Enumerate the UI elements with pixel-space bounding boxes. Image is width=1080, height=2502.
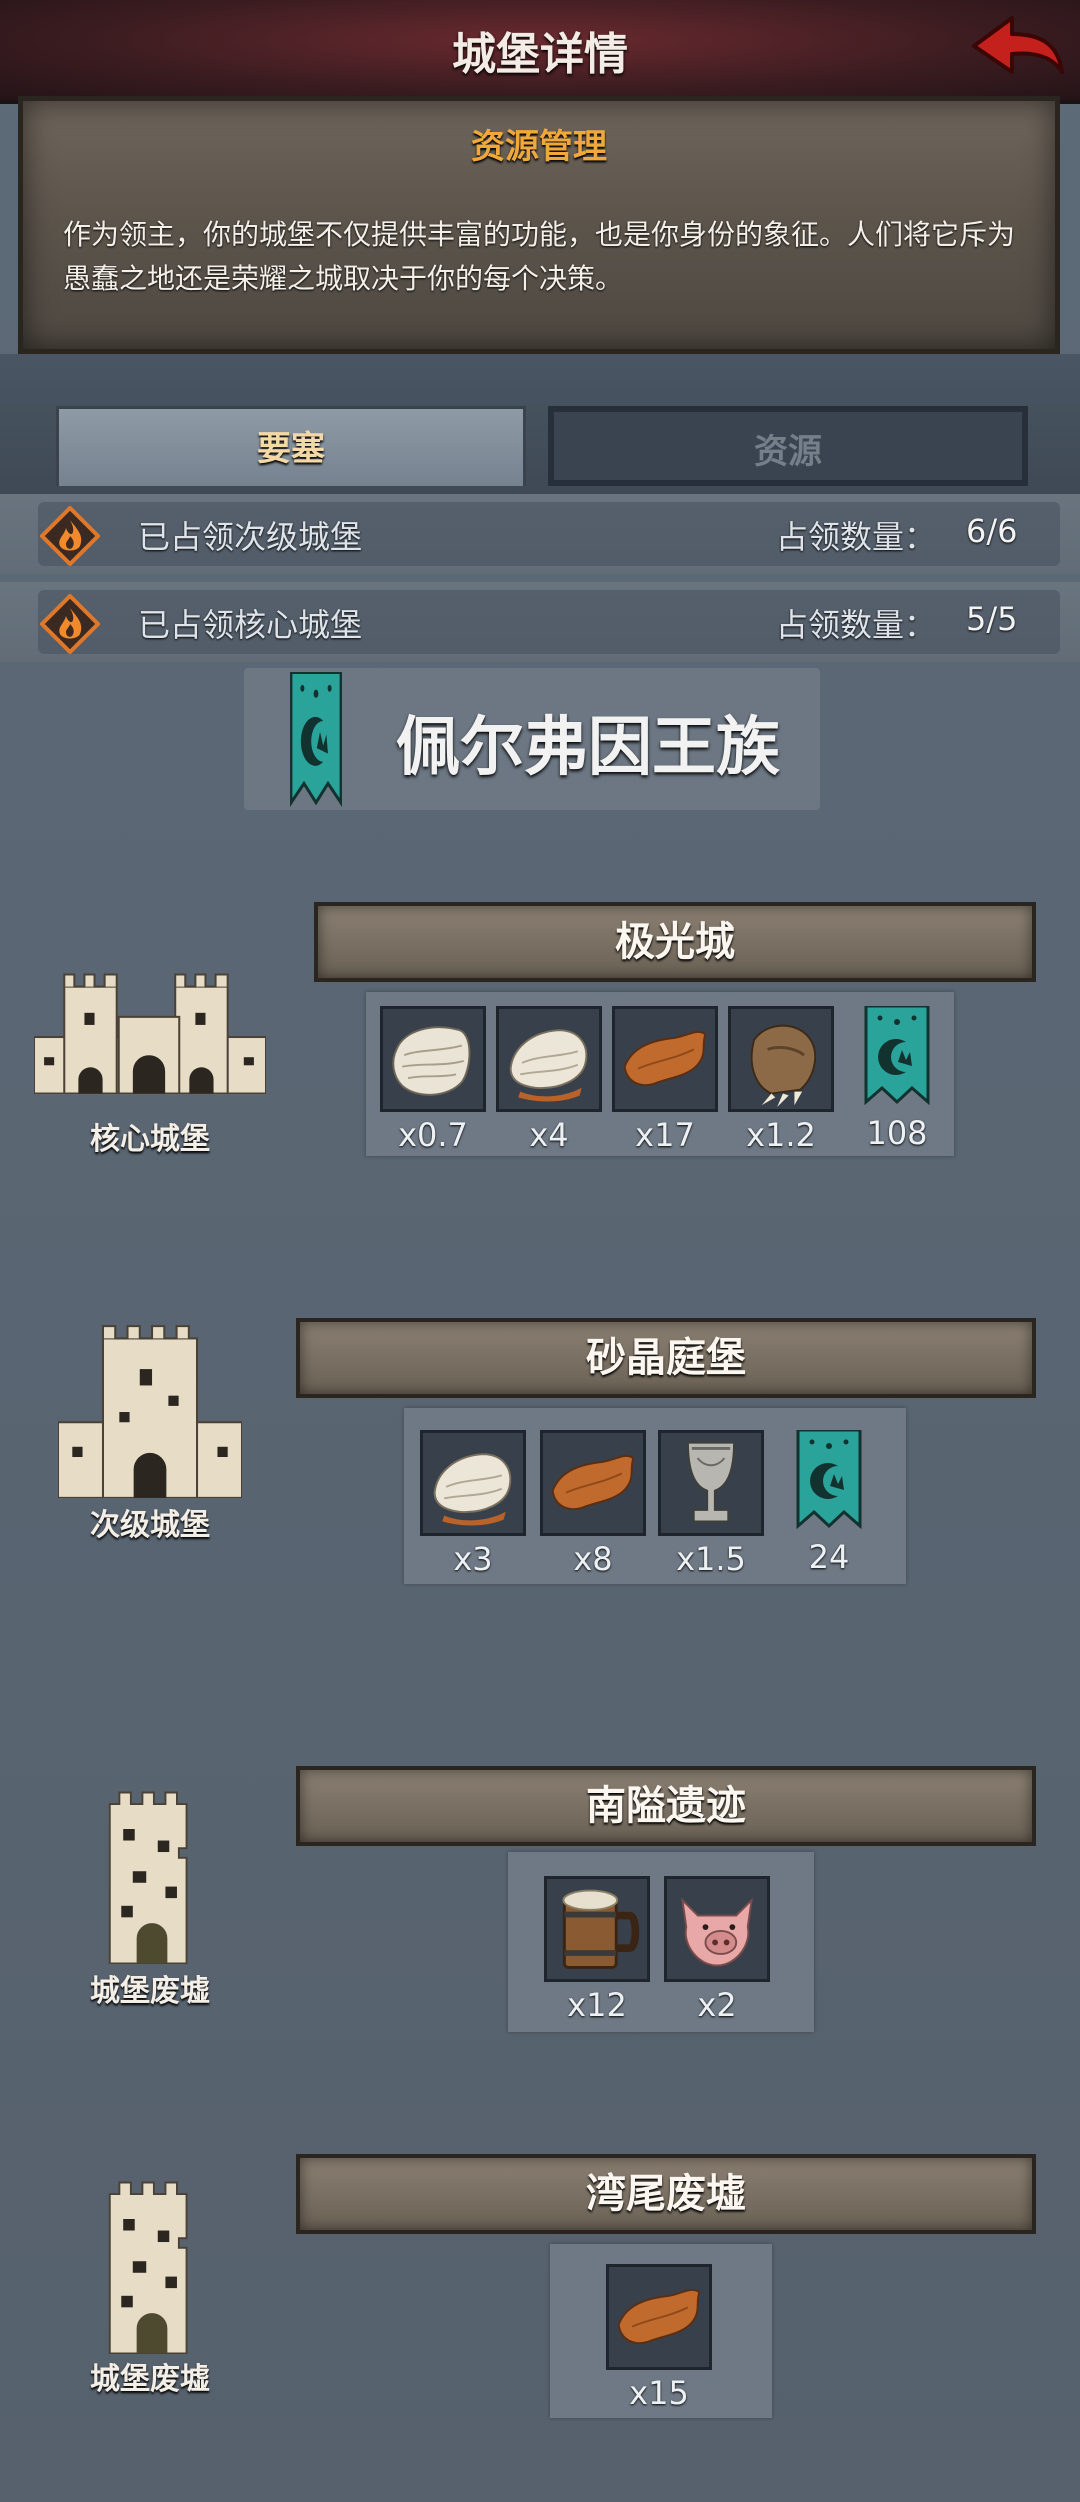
resource-count: x1.5 xyxy=(676,1540,746,1578)
flame-icon xyxy=(40,506,100,566)
castle-name-banner[interactable]: 南隘遗迹 xyxy=(296,1766,1036,1846)
summary-row-core: 已占领核心城堡 占领数量： 5/5 xyxy=(0,582,1080,662)
castle-ruin-icon xyxy=(104,1790,200,1964)
summary-count-value: 5/5 xyxy=(966,600,1018,638)
brown-leather-icon xyxy=(611,2269,707,2365)
resource-count: x17 xyxy=(635,1116,695,1154)
summary-count-label: 占领数量： xyxy=(776,606,937,644)
brown-leather-icon xyxy=(617,1011,713,1107)
summary-label: 已占领核心城堡 xyxy=(138,606,363,644)
resource-item[interactable]: x3 xyxy=(420,1430,526,1578)
castle-type-label: 核心城堡 xyxy=(90,1122,210,1157)
castle-name-banner[interactable]: 砂晶庭堡 xyxy=(296,1318,1036,1398)
resource-count: 24 xyxy=(808,1538,850,1576)
faction-banner-icon xyxy=(288,672,344,808)
summary-count-value: 6/6 xyxy=(966,512,1018,550)
resource-panel: x0.7 x4 x17 x1.2 108 xyxy=(366,992,954,1156)
secondary-castle-icon xyxy=(58,1324,242,1498)
resource-count: x2 xyxy=(697,1986,737,2024)
resource-panel: x12 x2 xyxy=(508,1852,814,2032)
resource-count: x0.7 xyxy=(398,1116,468,1154)
tab-resources[interactable]: 资源 xyxy=(548,406,1028,486)
resource-item[interactable]: x17 xyxy=(612,1006,718,1154)
faction-banner-icon xyxy=(794,1430,864,1530)
resource-item[interactable]: x1.2 xyxy=(728,1006,834,1154)
summary-row-secondary: 已占领次级城堡 占领数量： 6/6 xyxy=(0,494,1080,574)
resource-panel: x15 xyxy=(550,2244,772,2418)
goblet-icon xyxy=(663,1435,759,1531)
resource-count: x8 xyxy=(573,1540,613,1578)
resource-item[interactable]: 108 xyxy=(844,1006,950,1152)
resource-count: x3 xyxy=(453,1540,493,1578)
resource-item[interactable]: x8 xyxy=(540,1430,646,1578)
resource-item[interactable]: 24 xyxy=(776,1430,882,1576)
resource-count: x1.2 xyxy=(746,1116,816,1154)
resource-item[interactable]: x0.7 xyxy=(380,1006,486,1154)
faction-name: 佩尔弗因王族 xyxy=(396,711,780,785)
brown-leather-icon xyxy=(545,1435,641,1531)
info-description: 作为领主，你的城堡不仅提供丰富的功能，也是你身份的象征。人们将它斥为愚蠢之地还是… xyxy=(63,218,1016,295)
resource-count: 108 xyxy=(866,1114,928,1152)
white-fur-icon xyxy=(425,1435,521,1531)
castle-name-banner[interactable]: 湾尾废墟 xyxy=(296,2154,1036,2234)
info-title: 资源管理 xyxy=(471,127,607,167)
white-pelt-icon xyxy=(385,1011,481,1107)
white-fur-icon xyxy=(501,1011,597,1107)
ale-mug-icon xyxy=(549,1881,645,1977)
resource-item[interactable]: x15 xyxy=(606,2264,712,2412)
page-title: 城堡详情 xyxy=(452,29,628,80)
resource-item[interactable]: x12 xyxy=(544,1876,650,2024)
tab-fortress[interactable]: 要塞 xyxy=(56,406,526,486)
resource-item[interactable]: x1.5 xyxy=(658,1430,764,1578)
faction-banner-icon xyxy=(862,1006,932,1106)
castle-type-label: 次级城堡 xyxy=(90,1508,210,1543)
info-panel: 资源管理 作为领主，你的城堡不仅提供丰富的功能，也是你身份的象征。人们将它斥为愚… xyxy=(18,96,1060,354)
flame-icon xyxy=(40,594,100,654)
castle-name-banner[interactable]: 极光城 xyxy=(314,902,1036,982)
castle-type-label: 城堡废墟 xyxy=(90,1974,210,2009)
castle-ruin-icon xyxy=(104,2180,200,2354)
back-button[interactable] xyxy=(968,12,1068,88)
resource-panel: x3 x8 x1.5 24 xyxy=(404,1408,906,1584)
core-castle-icon xyxy=(34,972,266,1094)
resource-item[interactable]: x2 xyxy=(664,1876,770,2024)
faction-header: 佩尔弗因王族 xyxy=(244,668,820,810)
summary-count-label: 占领数量： xyxy=(776,518,937,556)
claw-paw-icon xyxy=(733,1011,829,1107)
resource-item[interactable]: x4 xyxy=(496,1006,602,1154)
pig-head-icon xyxy=(669,1881,765,1977)
resource-count: x12 xyxy=(567,1986,627,2024)
castle-type-label: 城堡废墟 xyxy=(90,2362,210,2397)
back-arrow-icon xyxy=(972,16,1064,74)
resource-count: x15 xyxy=(629,2374,689,2412)
top-bar: 城堡详情 xyxy=(0,0,1080,104)
summary-label: 已占领次级城堡 xyxy=(138,518,363,556)
resource-count: x4 xyxy=(529,1116,569,1154)
